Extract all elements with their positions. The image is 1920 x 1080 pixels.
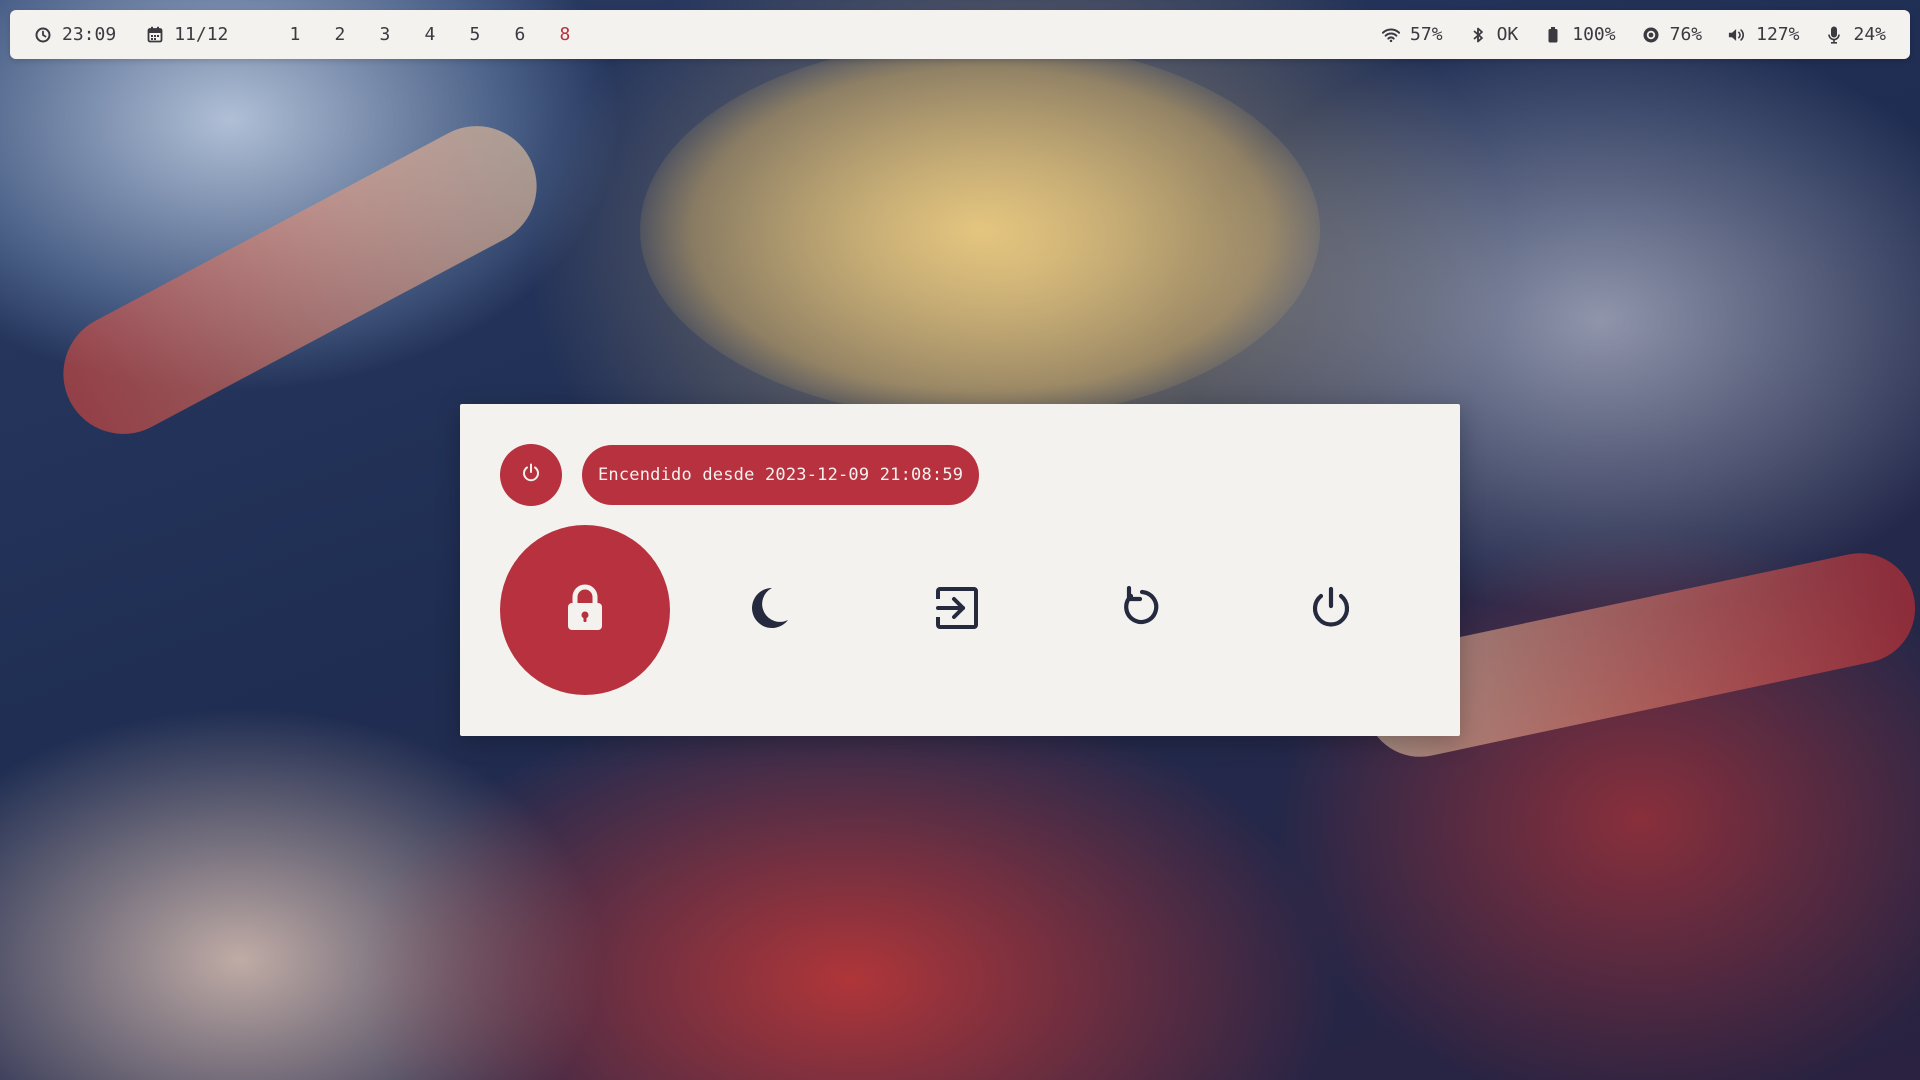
moon-icon — [750, 586, 790, 634]
workspace-5[interactable]: 5 — [452, 24, 497, 45]
microphone-widget[interactable]: 24% — [1825, 24, 1886, 45]
microphone-icon — [1825, 26, 1843, 44]
date-widget[interactable]: 11/12 — [146, 24, 228, 45]
clock-icon — [34, 26, 52, 44]
reboot-icon — [1121, 585, 1163, 634]
bluetooth-value: OK — [1496, 24, 1519, 45]
lock-icon — [565, 584, 605, 636]
uptime-label: Encendido desde 2023-12-09 21:08:59 — [582, 445, 980, 505]
date-value: 11/12 — [174, 24, 229, 45]
wifi-widget[interactable]: 57% — [1382, 24, 1443, 45]
shutdown-button[interactable] — [1246, 525, 1416, 695]
logout-button[interactable] — [872, 525, 1042, 695]
bluetooth-widget[interactable]: OK — [1469, 24, 1519, 45]
brightness-icon — [1642, 26, 1660, 44]
battery-icon — [1544, 26, 1562, 44]
clock-time: 23:09 — [62, 24, 117, 45]
reboot-button[interactable] — [1057, 525, 1227, 695]
top-bar-right: 57% OK 100% 76% 127% 24% — [1356, 24, 1910, 45]
wifi-icon — [1382, 26, 1401, 44]
workspace-1[interactable]: 1 — [272, 24, 317, 45]
power-icon — [1310, 586, 1352, 634]
wallpaper-ribbon-left — [42, 104, 558, 456]
workspace-4[interactable]: 4 — [407, 24, 452, 45]
workspace-2[interactable]: 2 — [317, 24, 362, 45]
power-actions — [500, 525, 1420, 695]
workspace-6[interactable]: 6 — [497, 24, 542, 45]
volume-icon — [1728, 26, 1746, 44]
lock-button[interactable] — [500, 525, 670, 695]
top-bar-left: 23:09 11/12 1 2 3 4 5 6 8 — [10, 24, 587, 45]
battery-widget[interactable]: 100% — [1544, 24, 1616, 45]
workspace-3[interactable]: 3 — [362, 24, 407, 45]
calendar-icon — [146, 26, 164, 44]
sleep-button[interactable] — [685, 525, 855, 695]
uptime-badge — [500, 444, 562, 506]
brightness-value: 76% — [1669, 24, 1703, 45]
wifi-value: 57% — [1410, 24, 1443, 45]
workspace-switcher: 1 2 3 4 5 6 8 — [272, 24, 587, 45]
power-icon — [521, 463, 541, 487]
clock-widget[interactable]: 23:09 — [34, 24, 116, 45]
volume-value: 127% — [1756, 24, 1800, 45]
battery-value: 100% — [1572, 24, 1616, 45]
microphone-value: 24% — [1853, 24, 1886, 45]
top-bar: 23:09 11/12 1 2 3 4 5 6 8 57% OK 100% 76… — [10, 10, 1910, 59]
brightness-widget[interactable]: 76% — [1642, 24, 1703, 45]
workspace-8[interactable]: 8 — [542, 24, 587, 45]
bluetooth-icon — [1469, 26, 1487, 44]
uptime-row: Encendido desde 2023-12-09 21:08:59 — [500, 444, 980, 506]
logout-icon — [935, 586, 979, 634]
volume-widget[interactable]: 127% — [1728, 24, 1799, 45]
power-menu: Encendido desde 2023-12-09 21:08:59 — [460, 404, 1460, 736]
wallpaper-figure — [640, 40, 1320, 420]
